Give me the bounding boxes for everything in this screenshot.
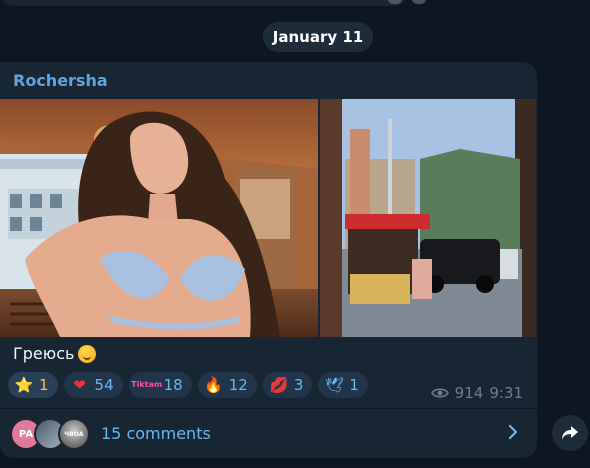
sticker-text-icon: Tiktam — [131, 380, 163, 389]
reaction-count: 54 — [94, 376, 114, 394]
previous-message-actions — [388, 0, 426, 4]
reaction-star[interactable]: ⭐ 1 — [8, 372, 58, 398]
reaction-count: 1 — [39, 376, 49, 394]
eye-icon — [430, 388, 449, 398]
comments-button[interactable]: PA ЧВОА 15 comments — [0, 409, 537, 458]
commenter-avatars: PA ЧВОА — [10, 418, 90, 450]
reaction-count: 3 — [293, 376, 304, 394]
reaction-sticker[interactable]: Tiktam 18 — [128, 372, 192, 398]
photo-street-image — [320, 99, 536, 337]
caption-text: Греюсь — [13, 344, 75, 363]
date-separator: January 11 — [263, 22, 373, 52]
message-bubble[interactable]: Rochersha Греюсь ⭐ 1 ❤ 54 Tiktam 18 🔥 12… — [0, 62, 537, 458]
photo-2[interactable] — [320, 99, 536, 337]
share-arrow-icon — [562, 426, 578, 440]
reactions-bar: ⭐ 1 ❤ 54 Tiktam 18 🔥 12 💋 3 🕊 1 — [8, 372, 368, 398]
message-meta: 914 9:31 — [430, 384, 523, 402]
photo-selfie-image — [0, 99, 318, 337]
dove-icon: 🕊 — [324, 375, 344, 394]
photo-1[interactable] — [0, 99, 318, 337]
comments-label[interactable]: 15 comments — [101, 424, 211, 443]
reaction-heart[interactable]: ❤ 54 — [63, 372, 123, 398]
chevron-right-icon — [508, 424, 518, 440]
kiss-icon: 💋 — [269, 375, 289, 394]
reaction-count: 1 — [349, 376, 359, 394]
reaction-fire[interactable]: 🔥 12 — [197, 372, 257, 398]
views-count: 914 — [454, 384, 484, 402]
reaction-dove[interactable]: 🕊 1 — [318, 372, 368, 398]
fire-icon: 🔥 — [204, 375, 224, 394]
reaction-count: 12 — [228, 376, 248, 394]
share-button[interactable] — [552, 415, 588, 451]
sender-name[interactable]: Rochersha — [13, 71, 108, 90]
message-caption: Греюсь — [13, 344, 97, 363]
previous-message-bubble — [0, 0, 408, 6]
heart-icon: ❤ — [73, 375, 86, 394]
avatar: ЧВОА — [58, 418, 90, 450]
star-icon: ⭐ — [14, 375, 34, 394]
reaction-kiss[interactable]: 💋 3 — [262, 372, 313, 398]
message-time: 9:31 — [489, 384, 523, 402]
reaction-count: 18 — [163, 376, 183, 394]
face-with-hand-over-mouth-icon — [78, 344, 97, 363]
